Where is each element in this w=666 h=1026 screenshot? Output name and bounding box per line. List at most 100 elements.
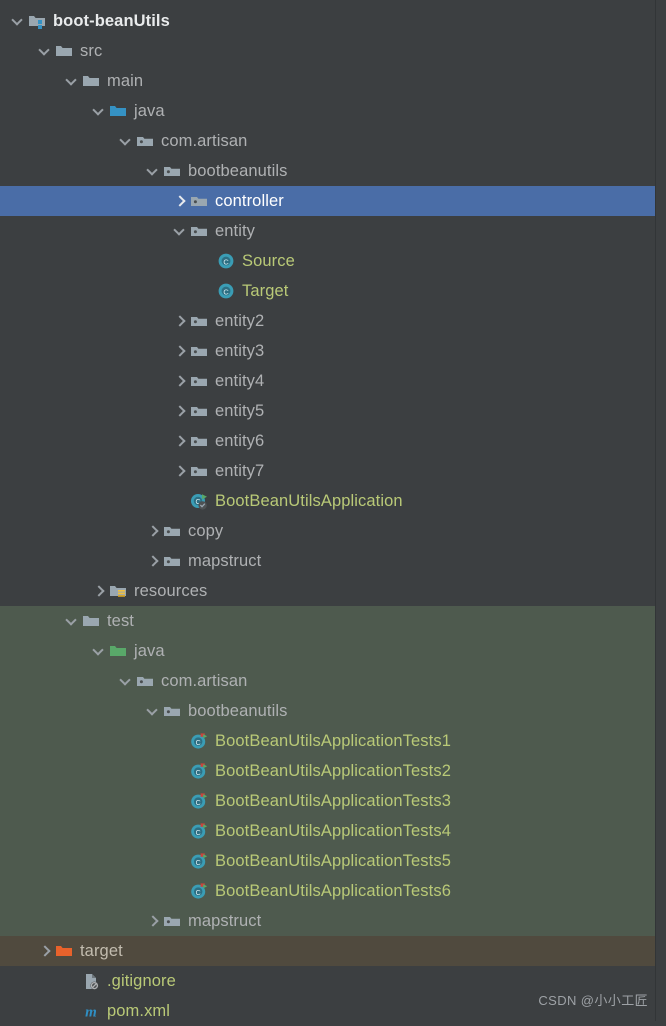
tree-row[interactable]: C Source <box>0 246 656 276</box>
tree-row-label: .gitignore <box>107 972 176 990</box>
svg-text:m: m <box>85 1005 97 1021</box>
svg-text:C: C <box>196 770 201 777</box>
tree-row[interactable]: com.artisan <box>0 126 656 156</box>
tree-row[interactable]: C BootBeanUtilsApplicationTests6 <box>0 876 656 906</box>
tree-row[interactable]: entity5 <box>0 396 656 426</box>
chevron-down-icon[interactable] <box>91 636 108 666</box>
no-chevron-spacer <box>199 276 216 306</box>
tree-row[interactable]: target <box>0 936 656 966</box>
tree-row[interactable]: java <box>0 636 656 666</box>
tree-row-label: java <box>134 102 165 120</box>
chevron-right-icon[interactable] <box>91 576 108 606</box>
panel-divider <box>655 0 666 1021</box>
tree-row-label: BootBeanUtilsApplication <box>215 492 403 510</box>
tree-row[interactable]: C BootBeanUtilsApplicationTests5 <box>0 846 656 876</box>
test-class-icon: C <box>189 731 209 751</box>
svg-text:C: C <box>223 287 229 296</box>
chevron-down-icon[interactable] <box>145 156 162 186</box>
chevron-down-icon[interactable] <box>118 126 135 156</box>
tree-row[interactable]: entity4 <box>0 366 656 396</box>
tree-row-label: resources <box>134 582 208 600</box>
tree-row-label: com.artisan <box>161 132 248 150</box>
chevron-right-icon[interactable] <box>172 456 189 486</box>
chevron-right-icon[interactable] <box>172 306 189 336</box>
chevron-right-icon[interactable] <box>172 426 189 456</box>
no-chevron-spacer <box>64 996 81 1026</box>
tree-row-label: main <box>107 72 144 90</box>
folder-icon <box>54 41 74 61</box>
package-folder-icon <box>189 431 209 451</box>
tree-row[interactable]: C BootBeanUtilsApplicationTests1 <box>0 726 656 756</box>
gitignore-file-icon <box>81 971 101 991</box>
tree-row[interactable]: C BootBeanUtilsApplicationTests3 <box>0 786 656 816</box>
svg-text:C: C <box>196 830 201 837</box>
tree-row[interactable]: boot-beanUtils <box>0 6 656 36</box>
tree-row[interactable]: com.artisan <box>0 666 656 696</box>
folder-icon <box>81 611 101 631</box>
chevron-down-icon[interactable] <box>64 66 81 96</box>
tree-row[interactable]: C BootBeanUtilsApplication <box>0 486 656 516</box>
tree-row-label: BootBeanUtilsApplicationTests2 <box>215 762 451 780</box>
chevron-right-icon[interactable] <box>172 396 189 426</box>
tree-row-label: entity5 <box>215 402 265 420</box>
tree-row[interactable]: bootbeanutils <box>0 696 656 726</box>
chevron-down-icon[interactable] <box>118 666 135 696</box>
source-root-folder-icon <box>94 0 114 6</box>
tree-row-label: entity6 <box>215 432 265 450</box>
tree-row-label: entity3 <box>215 342 265 360</box>
tree-row[interactable]: java <box>0 96 656 126</box>
project-tree-panel[interactable]: boot-beanUtils src main java com.artisan… <box>0 0 666 1021</box>
tree-row[interactable]: C Target <box>0 276 656 306</box>
test-class-icon: C <box>189 821 209 841</box>
tree-row[interactable]: C BootBeanUtilsApplicationTests2 <box>0 756 656 786</box>
tree-row[interactable]: main <box>0 66 656 96</box>
tree-row[interactable]: C BootBeanUtilsApplicationTests4 <box>0 816 656 846</box>
tree-row[interactable]: mapstruct <box>0 546 656 576</box>
chevron-right-icon[interactable] <box>145 516 162 546</box>
tree-row[interactable]: entity7 <box>0 456 656 486</box>
chevron-right-icon[interactable] <box>172 336 189 366</box>
test-class-icon: C <box>189 761 209 781</box>
tree-row[interactable]: copy <box>0 516 656 546</box>
tree-row[interactable]: src <box>0 36 656 66</box>
tree-row[interactable]: entity2 <box>0 306 656 336</box>
chevron-right-icon[interactable] <box>145 906 162 936</box>
tree-row[interactable]: test <box>0 606 656 636</box>
chevron-down-icon[interactable] <box>37 36 54 66</box>
chevron-down-icon[interactable] <box>64 606 81 636</box>
chevron-down-icon[interactable] <box>91 96 108 126</box>
chevron-down-icon[interactable] <box>172 216 189 246</box>
chevron-right-icon[interactable] <box>145 546 162 576</box>
chevron-right-icon[interactable] <box>37 936 54 966</box>
tree-row[interactable]: resources <box>0 576 656 606</box>
tree-row[interactable]: entity <box>0 216 656 246</box>
package-folder-icon <box>189 221 209 241</box>
svg-text:C: C <box>196 890 201 897</box>
tree-row[interactable]: bootbeanutils <box>0 156 656 186</box>
tree-row-label: boot-beanUtils <box>53 12 170 30</box>
tree-row[interactable]: entity3 <box>0 336 656 366</box>
tree-row[interactable]: controller <box>0 186 656 216</box>
no-chevron-spacer <box>172 756 189 786</box>
chevron-down-icon[interactable] <box>145 696 162 726</box>
package-folder-icon <box>189 341 209 361</box>
tree-row[interactable]: entity6 <box>0 426 656 456</box>
chevron-right-icon[interactable] <box>172 366 189 396</box>
tree-row[interactable]: mapstruct <box>0 906 656 936</box>
chevron-down-icon[interactable] <box>10 6 27 36</box>
chevron-right-icon[interactable] <box>172 186 189 216</box>
test-class-icon: C <box>189 791 209 811</box>
